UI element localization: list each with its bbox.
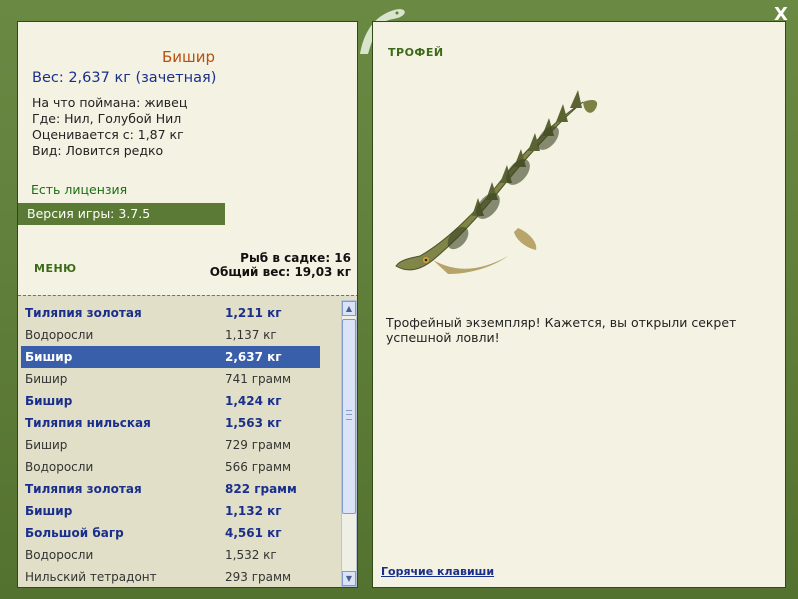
catch-list-row[interactable]: Водоросли 1,137 кг [21,324,320,346]
trophy-label: ТРОФЕЙ [388,46,444,59]
catch-list-row[interactable]: Тиляпия нильская 1,563 кг [21,412,320,434]
catch-fish-name: Тиляпия нильская [25,416,151,430]
catch-list-row[interactable]: Большой багр 4,561 кг [21,522,320,544]
location-info: Где: Нил, Голубой Нил [32,111,182,126]
catch-list-row[interactable]: Тиляпия золотая 1,211 кг [21,302,320,324]
catch-list-row[interactable]: Бишир 1,424 кг [21,390,320,412]
catch-fish-name: Бишир [25,394,73,408]
fish-info-panel: Бишир Вес: 2,637 кг (зачетная) На что по… [17,21,358,588]
catch-fish-name: Водоросли [25,548,94,562]
catch-list-scrollbar[interactable]: ▲ ▼ [341,300,357,587]
bait-info: На что поймана: живец [32,95,188,110]
rarity-info: Вид: Ловится редко [32,143,164,158]
trophy-panel: ТРОФЕЙ Трофейный экземпляр! Кажется, вы … [372,21,786,588]
value-info: Оценивается с: 1,87 кг [32,127,184,142]
bichir-fish-image [395,90,598,274]
catch-fish-weight: 4,561 кг [225,526,282,540]
catch-fish-name: Бишир [25,372,68,386]
catch-list-row[interactable]: Бишир 1,132 кг [21,500,320,522]
keepnet-count: Рыб в садке: 16 [240,251,351,265]
scroll-up-icon[interactable]: ▲ [342,301,356,316]
catch-list-row[interactable]: Бишир 2,637 кг [21,346,320,368]
trophy-description: Трофейный экземпляр! Кажется, вы открыли… [386,315,737,345]
catch-fish-weight: 2,637 кг [225,350,282,364]
catch-list-row[interactable]: Бишир 729 грамм [21,434,320,456]
fish-weight: Вес: 2,637 кг (зачетная) [32,70,217,86]
fish-name-title: Бишир [161,48,216,66]
catch-fish-name: Тиляпия золотая [25,306,142,320]
scrollbar-thumb[interactable] [342,319,356,514]
catch-list-row[interactable]: Тиляпия золотая 822 грамм [21,478,320,500]
version-bar: Версия игры: 3.7.5 [18,203,225,225]
catch-fish-weight: 822 грамм [225,482,297,496]
catch-fish-name: Водоросли [25,460,94,474]
catch-fish-name: Бишир [25,350,73,364]
catch-fish-name: Водоросли [25,328,94,342]
catch-fish-weight: 729 грамм [225,438,292,452]
catch-fish-name: Большой багр [25,526,124,540]
scroll-down-icon[interactable]: ▼ [342,571,356,586]
catch-fish-weight: 741 грамм [225,372,292,386]
catch-fish-weight: 1,424 кг [225,394,282,408]
catch-fish-weight: 566 грамм [225,460,292,474]
catch-fish-weight: 1,137 кг [225,328,277,342]
catch-fish-weight: 293 грамм [225,570,292,584]
catch-list-row[interactable]: Водоросли 566 грамм [21,456,320,478]
catch-list[interactable]: Тиляпия золотая 1,211 кг Водоросли 1,137 кг… [18,295,357,587]
catch-fish-weight: 1,132 кг [225,504,282,518]
license-status: Есть лицензия [31,182,128,197]
catch-fish-name: Бишир [25,438,68,452]
catch-fish-weight: 1,211 кг [225,306,282,320]
catch-fish-weight: 1,532 кг [225,548,277,562]
menu-button[interactable]: МЕНЮ [34,262,77,275]
catch-fish-name: Бишир [25,504,73,518]
catch-fish-name: Нильский тетрадонт [25,570,157,584]
catch-list-row[interactable]: Бишир 741 грамм [21,368,320,390]
catch-list-row[interactable]: Водоросли 1,532 кг [21,544,320,566]
catch-fish-name: Тиляпия золотая [25,482,142,496]
catch-fish-weight: 1,563 кг [225,416,282,430]
keepnet-total-weight: Общий вес: 19,03 кг [209,265,351,279]
hotkeys-link[interactable]: Горячие клавиши [381,565,494,578]
catch-list-row[interactable]: Нильский тетрадонт 293 грамм [21,566,320,587]
